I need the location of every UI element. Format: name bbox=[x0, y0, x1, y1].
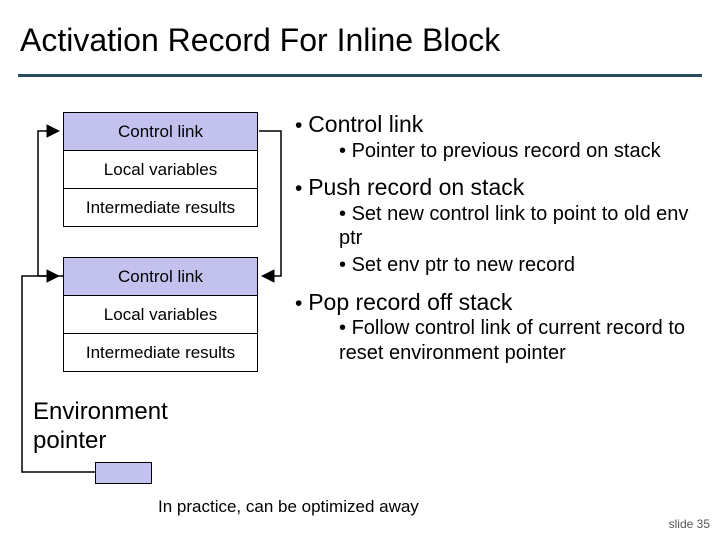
environment-pointer-box bbox=[95, 462, 152, 484]
bullet-control-link-sub: Pointer to previous record on stack bbox=[339, 139, 710, 163]
env-label-line1: Environment bbox=[33, 398, 168, 425]
bullet-pop-record: Pop record off stack Follow control link… bbox=[295, 288, 710, 365]
record2-local-variables: Local variables bbox=[63, 295, 258, 333]
record2-intermediate-results: Intermediate results bbox=[63, 333, 258, 372]
record2-control-link: Control link bbox=[63, 257, 258, 295]
record1-control-link: Control link bbox=[63, 112, 258, 150]
arrow-record2-to-record1 bbox=[38, 131, 63, 276]
slide: Activation Record For Inline Block Contr… bbox=[0, 0, 720, 540]
footer-note: In practice, can be optimized away bbox=[158, 497, 419, 517]
title-underline bbox=[18, 74, 702, 77]
bullet-push-sub2: Set env ptr to new record bbox=[339, 253, 710, 277]
env-label-line2: pointer bbox=[33, 427, 106, 454]
bullet-pop-sub: Follow control link of current record to… bbox=[339, 316, 710, 365]
bullet-control-link: Control link Pointer to previous record … bbox=[295, 110, 710, 163]
slide-number: slide 35 bbox=[669, 517, 710, 531]
arrow-bullets-to-record1 bbox=[259, 131, 281, 276]
bullet-push-sub1: Set new control link to point to old env… bbox=[339, 202, 710, 251]
record1-local-variables: Local variables bbox=[63, 150, 258, 188]
activation-record-1: Control link Local variables Intermediat… bbox=[63, 112, 258, 227]
environment-pointer-label: Environment pointer bbox=[33, 398, 168, 456]
bullet-list: Control link Pointer to previous record … bbox=[295, 110, 710, 369]
bullet-push-record: Push record on stack Set new control lin… bbox=[295, 173, 710, 278]
record1-intermediate-results: Intermediate results bbox=[63, 188, 258, 227]
slide-title: Activation Record For Inline Block bbox=[20, 22, 500, 59]
activation-record-2: Control link Local variables Intermediat… bbox=[63, 257, 258, 372]
